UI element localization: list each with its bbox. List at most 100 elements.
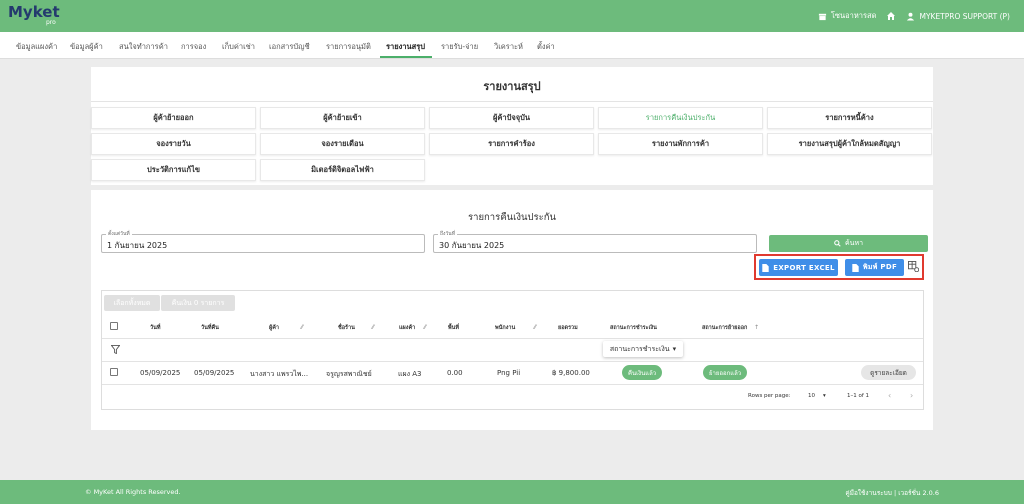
report-button-deposit-refund[interactable]: รายการคืนเงินประกัน bbox=[598, 107, 763, 129]
report-button-outstanding-debt[interactable]: รายการหนี้ค้าง bbox=[767, 107, 932, 129]
next-page-icon[interactable]: › bbox=[910, 391, 913, 400]
column-header-return-date[interactable]: วันที่คืน bbox=[201, 324, 219, 332]
report-button-digital-meter[interactable]: มิเตอร์ดิจิตอลไฟฟ้า bbox=[260, 159, 425, 181]
footer-copyright: © MyKet All Rights Reserved. bbox=[85, 488, 181, 496]
report-button-edit-history[interactable]: ประวัติการแก้ไข bbox=[91, 159, 256, 181]
column-header-area[interactable]: พื้นที่ bbox=[448, 324, 459, 332]
select-all-button[interactable]: เลือกทั้งหมด bbox=[104, 295, 160, 311]
nav-item-income-expense[interactable]: รายรับ-จ่าย bbox=[441, 41, 478, 53]
refund-selected-button[interactable]: คืนเงิน 0 รายการ bbox=[161, 295, 235, 311]
cell-vendor: นางสาว แพรวไพ... bbox=[250, 370, 309, 378]
column-header-vendor[interactable]: ผู้ค้า bbox=[269, 324, 279, 332]
report-button-moved-in[interactable]: ผู้ค้าย้ายเข้า bbox=[260, 107, 425, 129]
divider bbox=[91, 101, 933, 102]
search-icon bbox=[834, 240, 841, 247]
cell-area: 0.00 bbox=[447, 369, 463, 377]
report-button-expiring-contracts[interactable]: รายงานสรุปผู้ค้าใกล้หมดสัญญา bbox=[767, 133, 932, 155]
cell-shop: จรูญรสพาณิชย์ bbox=[326, 370, 372, 378]
nav-item-settings[interactable]: ตั้งค่า bbox=[537, 41, 555, 53]
cell-staff: Png Pii bbox=[497, 369, 521, 377]
refund-table: เลือกทั้งหมด คืนเงิน 0 รายการ วันที่ วัน… bbox=[101, 290, 924, 410]
payment-status-filter[interactable]: สถานะการชำระเงิน ▾ bbox=[603, 341, 683, 357]
rows-per-page-value: 10 bbox=[808, 393, 815, 399]
report-button-moved-out[interactable]: ผู้ค้าย้ายออก bbox=[91, 107, 256, 129]
from-date-label: ตั้งแต่วันที่ bbox=[106, 230, 132, 238]
home-button[interactable] bbox=[886, 11, 896, 21]
nav-item-interested[interactable]: สนใจทำการค้า bbox=[119, 41, 168, 53]
from-date-field[interactable]: ตั้งแต่วันที่ 1 กันยายน 2025 bbox=[101, 230, 425, 253]
divider bbox=[102, 361, 923, 362]
file-icon bbox=[852, 263, 859, 272]
nav-item-approvals[interactable]: รายการอนุมัติ bbox=[326, 41, 371, 53]
user-icon bbox=[907, 12, 915, 21]
nav-item-booking[interactable]: การจอง bbox=[181, 41, 206, 53]
column-header-payment-status[interactable]: สถานะการชำระเงิน bbox=[610, 324, 657, 332]
prev-page-icon[interactable]: ‹ bbox=[888, 391, 891, 400]
to-date-value: 30 กันยายน 2025 bbox=[439, 241, 505, 250]
column-resize-icon[interactable]: ⁄⁄ bbox=[301, 324, 303, 331]
chevron-down-icon: ▾ bbox=[672, 345, 677, 353]
search-button[interactable]: ค้นหา bbox=[769, 235, 928, 252]
cell-total: ฿ 9,800.00 bbox=[552, 369, 590, 377]
file-icon bbox=[762, 263, 769, 272]
column-header-staff[interactable]: พนักงาน bbox=[495, 324, 515, 332]
nav-item-vendors[interactable]: ข้อมูลผู้ค้า bbox=[70, 41, 103, 53]
nav-item-reports[interactable]: รายงานสรุป bbox=[386, 41, 425, 53]
home-icon bbox=[887, 12, 896, 20]
view-detail-button[interactable]: ดูรายละเอียด bbox=[861, 365, 916, 380]
page-title: รายงานสรุป bbox=[483, 80, 541, 93]
nav-item-stalls[interactable]: ข้อมูลแผงค้า bbox=[16, 41, 57, 53]
row-checkbox[interactable] bbox=[110, 368, 118, 376]
column-resize-icon[interactable]: ⁄⁄ bbox=[424, 324, 426, 331]
nav-item-rent[interactable]: เก็บค่าเช่า bbox=[222, 41, 255, 53]
cell-date: 05/09/2025 bbox=[140, 369, 181, 377]
store-icon bbox=[818, 13, 826, 20]
report-selector-card: รายงานสรุป ผู้ค้าย้ายออก ผู้ค้าย้ายเข้า … bbox=[91, 67, 933, 185]
footer: © MyKet All Rights Reserved. คู่มือใช้งา… bbox=[0, 480, 1024, 504]
user-menu[interactable]: MYKETPRO SUPPORT (P) bbox=[906, 12, 1010, 21]
column-header-total[interactable]: ยอดรวม bbox=[558, 324, 578, 332]
report-button-current[interactable]: ผู้ค้าปัจจุบัน bbox=[429, 107, 594, 129]
nav-item-analysis[interactable]: วิเคราะห์ bbox=[494, 41, 523, 53]
column-header-date[interactable]: วันที่ bbox=[150, 324, 160, 332]
report-button-daily-booking[interactable]: จองรายวัน bbox=[91, 133, 256, 155]
export-excel-label: EXPORT EXCEL bbox=[773, 263, 835, 272]
column-header-shop[interactable]: ชื่อร้าน bbox=[338, 324, 355, 332]
report-button-requests[interactable]: รายการคำร้อง bbox=[429, 133, 594, 155]
filter-icon[interactable] bbox=[111, 345, 120, 354]
divider bbox=[102, 338, 923, 339]
refund-list-card: รายการคืนเงินประกัน ตั้งแต่วันที่ 1 กันย… bbox=[91, 190, 933, 430]
header-right: โซนอาหารสด MYKETPRO SUPPORT (P) bbox=[818, 10, 1010, 22]
to-date-field[interactable]: ถึงวันที่ 30 กันยายน 2025 bbox=[433, 230, 757, 253]
user-label: MYKETPRO SUPPORT (P) bbox=[919, 11, 1010, 21]
to-date-label: ถึงวันที่ bbox=[438, 230, 457, 238]
column-settings-icon[interactable] bbox=[908, 261, 919, 272]
report-button-monthly-booking[interactable]: จองรายเดือน bbox=[260, 133, 425, 155]
moveout-status-chip: ย้ายออกแล้ว bbox=[703, 365, 748, 380]
rows-per-page-select[interactable]: 10 ▾ bbox=[808, 393, 826, 399]
nav-item-accounting[interactable]: เอกสารบัญชี bbox=[269, 41, 310, 53]
from-date-value: 1 กันยายน 2025 bbox=[107, 241, 168, 250]
search-label: ค้นหา bbox=[844, 239, 863, 247]
cell-return-date: 05/09/2025 bbox=[194, 369, 235, 377]
page-range: 1–1 of 1 bbox=[847, 393, 870, 399]
select-all-checkbox[interactable] bbox=[110, 322, 118, 330]
print-pdf-label: พิมพ์ PDF bbox=[862, 263, 898, 271]
print-pdf-button[interactable]: พิมพ์ PDF bbox=[845, 259, 904, 276]
sort-arrow-icon[interactable]: ↑ bbox=[754, 324, 759, 331]
column-header-moveout-status[interactable]: สถานะการย้ายออก bbox=[702, 324, 747, 332]
column-header-stall[interactable]: แผงค้า bbox=[399, 324, 415, 332]
export-excel-button[interactable]: EXPORT EXCEL bbox=[759, 259, 838, 276]
column-resize-icon[interactable]: ⁄⁄ bbox=[372, 324, 374, 331]
shop-switcher[interactable]: โซนอาหารสด bbox=[818, 10, 877, 22]
column-resize-icon[interactable]: ⁄⁄ bbox=[534, 324, 536, 331]
top-app-bar: Myket pro โซนอาหารสด MYKETPRO SUPPORT (P… bbox=[0, 0, 1024, 32]
shop-label: โซนอาหารสด bbox=[830, 11, 877, 20]
payment-status-chip: คืนเงินแล้ว bbox=[622, 365, 663, 380]
main-nav: ข้อมูลแผงค้า ข้อมูลผู้ค้า สนใจทำการค้า ก… bbox=[0, 32, 1024, 59]
report-button-suspension[interactable]: รายงานพักการค้า bbox=[598, 133, 763, 155]
footer-version-link[interactable]: คู่มือใช้งานระบบ | เวอร์ชั่น 2.0.6 bbox=[845, 488, 939, 498]
app-logo-sub: pro bbox=[46, 19, 56, 26]
section-title: รายการคืนเงินประกัน bbox=[468, 212, 556, 223]
cell-stall: แผง A3 bbox=[398, 370, 422, 378]
